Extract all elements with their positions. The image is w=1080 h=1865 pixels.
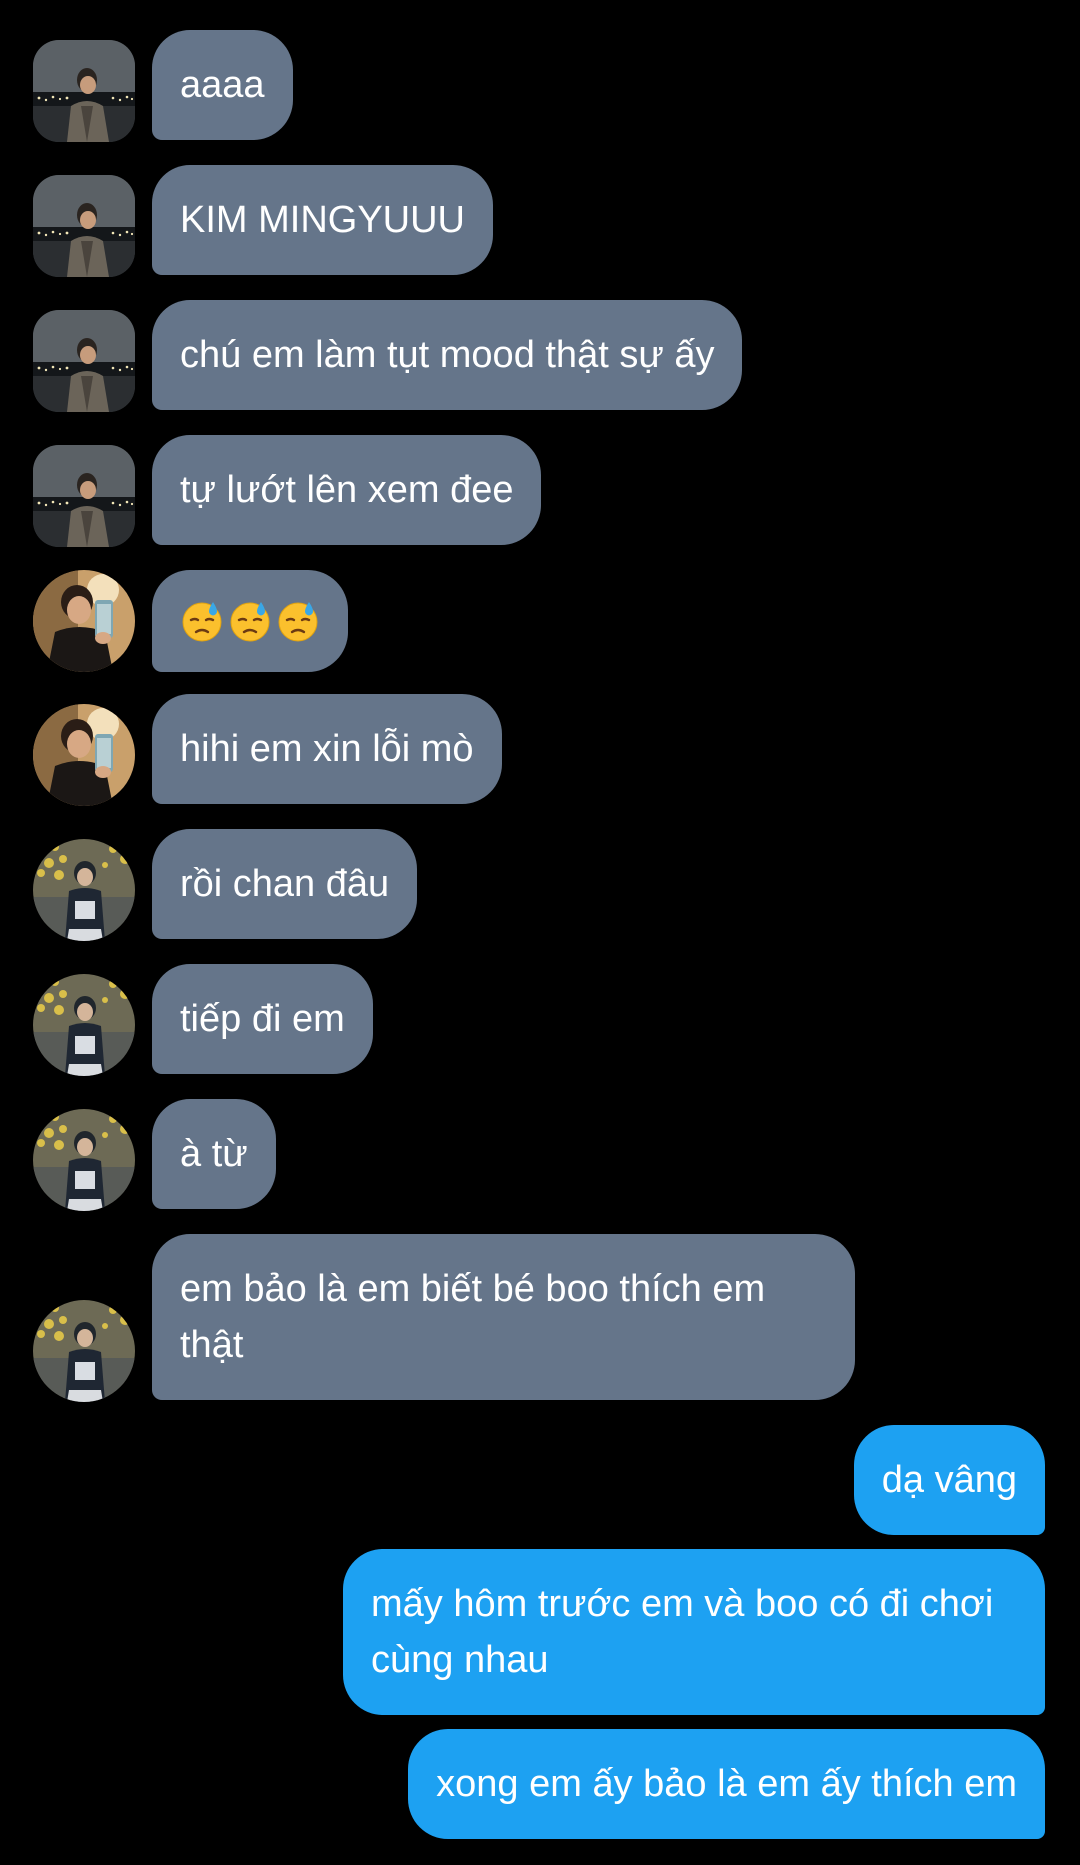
message-row: chú em làm tụt mood thật sự ấy	[0, 300, 1080, 412]
sender-avatar[interactable]	[33, 445, 135, 547]
outgoing-message-bubble[interactable]: xong em ấy bảo là em ấy thích em	[408, 1729, 1045, 1839]
message-row: rồi chan đâu	[0, 829, 1080, 941]
message-row: tự lướt lên xem đee	[0, 435, 1080, 547]
message-row: mấy hôm trước em và boo có đi chơi cùng …	[0, 1549, 1080, 1717]
message-text: KIM MINGYUUU	[180, 199, 465, 241]
message-text: xong em ấy bảo là em ấy thích em	[436, 1763, 1017, 1805]
message-row: tiếp đi em	[0, 964, 1080, 1076]
incoming-message-bubble[interactable]: tự lướt lên xem đee	[152, 435, 542, 545]
incoming-message-bubble[interactable]: chú em làm tụt mood thật sự ấy	[152, 300, 743, 410]
message-row: em bảo là em biết bé boo thích em thật	[0, 1234, 1080, 1402]
sender-avatar[interactable]	[33, 310, 135, 412]
message-text: rồi chan đâu	[180, 863, 390, 905]
message-row: à từ	[0, 1099, 1080, 1211]
message-text: à từ	[180, 1133, 248, 1175]
incoming-message-bubble[interactable]: hihi em xin lỗi mò	[152, 694, 502, 804]
message-text: em bảo là em biết bé boo thích em thật	[180, 1268, 766, 1366]
message-row: hihi em xin lỗi mò	[0, 694, 1080, 806]
incoming-message-bubble[interactable]: em bảo là em biết bé boo thích em thật	[152, 1234, 855, 1400]
sender-avatar[interactable]	[33, 974, 135, 1076]
message-row: xong em ấy bảo là em ấy thích em	[0, 1729, 1080, 1841]
message-row: dạ vâng	[0, 1425, 1080, 1537]
message-text: dạ vâng	[881, 1459, 1017, 1501]
message-text: hihi em xin lỗi mò	[180, 728, 474, 770]
incoming-message-bubble[interactable]: rồi chan đâu	[152, 829, 418, 939]
message-text: tự lướt lên xem đee	[180, 469, 514, 511]
sender-avatar[interactable]	[33, 704, 135, 806]
downcast-face-with-sweat-icon	[228, 599, 272, 643]
sender-avatar[interactable]	[33, 570, 135, 672]
message-text: aaaa	[180, 64, 265, 106]
sender-avatar[interactable]	[33, 1109, 135, 1211]
message-row	[0, 570, 1080, 672]
sender-avatar[interactable]	[33, 40, 135, 142]
outgoing-message-bubble[interactable]: mấy hôm trước em và boo có đi chơi cùng …	[343, 1549, 1045, 1715]
chat-conversation[interactable]: aaaa KIM MINGYUUU chú em làm tụt mood th…	[0, 0, 1080, 1865]
incoming-message-bubble[interactable]: à từ	[152, 1099, 276, 1209]
incoming-message-bubble[interactable]: aaaa	[152, 30, 293, 140]
message-text: chú em làm tụt mood thật sự ấy	[180, 334, 715, 376]
message-row: KIM MINGYUUU	[0, 165, 1080, 277]
sender-avatar[interactable]	[33, 175, 135, 277]
sender-avatar[interactable]	[33, 1300, 135, 1402]
incoming-message-bubble[interactable]	[152, 570, 348, 672]
sender-avatar[interactable]	[33, 839, 135, 941]
incoming-message-bubble[interactable]: KIM MINGYUUU	[152, 165, 493, 275]
downcast-face-with-sweat-icon	[180, 599, 224, 643]
message-row: aaaa	[0, 30, 1080, 142]
outgoing-message-bubble[interactable]: dạ vâng	[853, 1425, 1045, 1535]
incoming-message-bubble[interactable]: tiếp đi em	[152, 964, 373, 1074]
message-text: tiếp đi em	[180, 998, 345, 1040]
downcast-face-with-sweat-icon	[276, 599, 320, 643]
message-text: mấy hôm trước em và boo có đi chơi cùng …	[371, 1583, 994, 1681]
emoji-group	[180, 593, 320, 649]
